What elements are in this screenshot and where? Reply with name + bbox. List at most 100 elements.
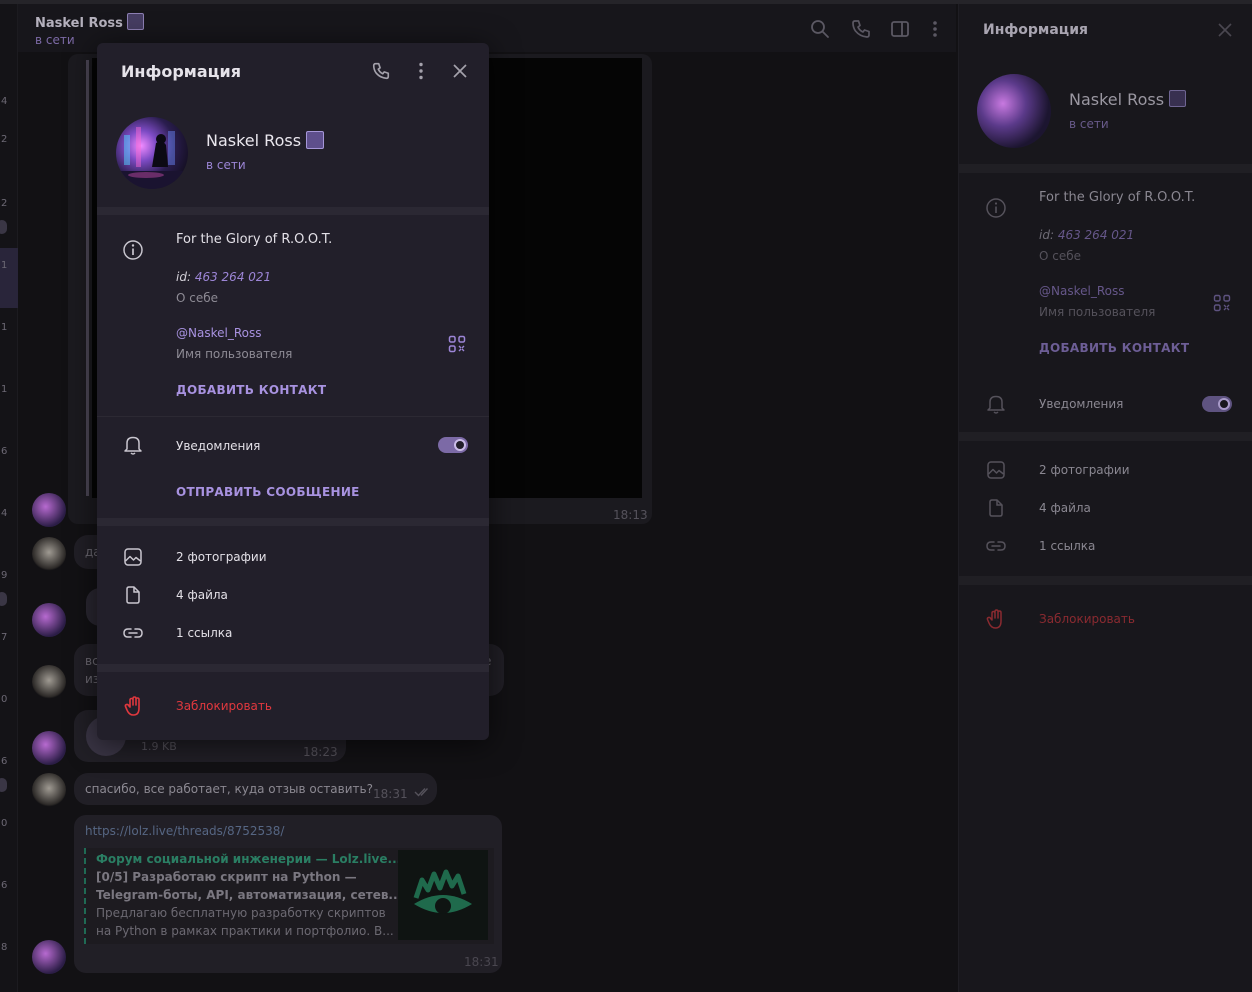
block-user-button[interactable]: Заблокировать: [1039, 612, 1135, 626]
link-message[interactable]: https://lolz.live/threads/8752538/ Форум…: [74, 815, 502, 973]
selected-chat-highlight: [0, 248, 18, 308]
unread-count: 1: [1, 260, 8, 271]
links-link[interactable]: 1 ссылка: [176, 626, 232, 640]
emoji-badge-icon: [127, 13, 145, 30]
double-check-icon: [414, 787, 432, 797]
section-divider: [959, 432, 1252, 441]
unread-count: 4: [1, 508, 8, 519]
unread-count: 0: [1, 818, 8, 829]
message-time: 18:23: [303, 745, 338, 759]
bio-text: For the Glory of R.O.O.T.: [1039, 190, 1196, 205]
preview-description: Предлагаю бесплатную разработку скриптов: [96, 906, 386, 920]
qr-code-icon[interactable]: [1213, 294, 1231, 312]
section-divider: [97, 664, 489, 672]
close-icon[interactable]: [452, 63, 468, 79]
unread-badge: [0, 220, 7, 234]
username-label: Имя пользователя: [176, 347, 293, 361]
user-info-panel[interactable]: Информация Naskel Ross в сети For the Gl…: [958, 4, 1252, 992]
profile-avatar[interactable]: [977, 74, 1051, 148]
section-divider: [97, 518, 489, 526]
block-user-button[interactable]: Заблокировать: [176, 699, 272, 713]
search-icon[interactable]: [809, 18, 831, 40]
bio-label: О себе: [176, 291, 219, 305]
notifications-toggle[interactable]: [1202, 396, 1232, 412]
add-contact-button[interactable]: ДОБАВИТЬ КОНТАКТ: [1039, 341, 1189, 355]
bell-icon: [123, 434, 143, 456]
files-link[interactable]: 4 файла: [176, 588, 228, 602]
message-time: 18:31: [464, 955, 499, 969]
profile-status: в сети: [1069, 117, 1109, 131]
photo-icon: [986, 460, 1006, 480]
unread-count: 1: [1, 322, 8, 333]
unread-count: 1: [1, 384, 8, 395]
avatar[interactable]: [32, 493, 66, 527]
username-label: Имя пользователя: [1039, 305, 1156, 319]
avatar[interactable]: [32, 731, 66, 765]
photos-link[interactable]: 2 фотографии: [1039, 463, 1130, 477]
notifications-label: Уведомления: [176, 439, 261, 453]
sidebar-toggle-icon[interactable]: [889, 18, 911, 40]
user-id: id: 463 264 021: [1039, 228, 1135, 242]
message-bubble[interactable]: спасибо, все работает, куда отзыв остави…: [74, 773, 437, 805]
chat-list-edge[interactable]: 4 2 2 1 1 1 6 4 9 7 0 6 0 6 8: [0, 4, 18, 992]
file-size: 1.9 KB: [141, 740, 177, 753]
file-icon: [986, 498, 1006, 518]
info-icon: [122, 239, 144, 261]
file-icon: [123, 585, 143, 605]
section-divider: [959, 576, 1252, 585]
avatar[interactable]: [32, 603, 66, 637]
files-link[interactable]: 4 файла: [1039, 501, 1091, 515]
message-text: спасибо, все работает, куда отзыв остави…: [85, 782, 373, 796]
profile-status: в сети: [206, 158, 246, 172]
unread-count: 2: [1, 134, 8, 145]
unread-badge: [0, 778, 7, 792]
message-link[interactable]: https://lolz.live/threads/8752538/: [85, 824, 284, 838]
reply-quote-line: [86, 60, 89, 496]
emoji-badge-icon: [1169, 90, 1187, 107]
preview-eye-logo-icon: [398, 850, 488, 940]
chat-title[interactable]: Naskel Ross: [35, 13, 145, 31]
unread-badge: [0, 592, 7, 606]
unread-count: 7: [1, 632, 8, 643]
hand-stop-icon: [124, 695, 144, 717]
avatar[interactable]: [32, 940, 66, 974]
phone-icon[interactable]: [371, 61, 391, 81]
send-message-button[interactable]: ОТПРАВИТЬ СООБЩЕНИЕ: [176, 485, 360, 499]
bio-text: For the Glory of R.O.O.T.: [176, 232, 333, 247]
unread-count: 6: [1, 756, 8, 767]
more-vertical-icon[interactable]: [411, 61, 431, 81]
notifications-label: Уведомления: [1039, 397, 1124, 411]
unread-count: 6: [1, 880, 8, 891]
profile-avatar[interactable]: [116, 117, 188, 189]
unread-count: 4: [1, 96, 8, 107]
close-icon[interactable]: [1217, 22, 1233, 38]
section-divider: [97, 207, 489, 215]
notifications-toggle[interactable]: [438, 437, 468, 453]
message-time: 18:13: [613, 508, 648, 522]
username-link[interactable]: @Naskel_Ross: [176, 326, 261, 340]
link-icon: [985, 536, 1007, 556]
add-contact-button[interactable]: ДОБАВИТЬ КОНТАКТ: [176, 383, 326, 397]
link-preview[interactable]: Форум социальной инженерии — Lolz.live..…: [84, 848, 494, 944]
user-id: id: 463 264 021: [176, 270, 272, 284]
phone-icon[interactable]: [850, 18, 872, 40]
bell-icon: [986, 393, 1006, 415]
preview-description: на Python в рамках практики и портфолио.…: [96, 924, 394, 938]
photos-link[interactable]: 2 фотографии: [176, 550, 267, 564]
chat-status: в сети: [35, 33, 75, 47]
preview-title: Telegram-боты, API, автоматизация, сетев…: [96, 888, 403, 902]
preview-site-name: Форум социальной инженерии — Lolz.live..…: [96, 852, 402, 866]
links-link[interactable]: 1 ссылка: [1039, 539, 1095, 553]
avatar[interactable]: [32, 537, 66, 571]
avatar[interactable]: [32, 665, 66, 699]
popup-title: Информация: [121, 62, 241, 81]
more-vertical-icon[interactable]: [924, 18, 946, 40]
qr-code-icon[interactable]: [448, 335, 466, 353]
section-divider: [959, 164, 1252, 173]
panel-title: Информация: [983, 22, 1088, 38]
unread-count: 6: [1, 446, 8, 457]
username-link[interactable]: @Naskel_Ross: [1039, 284, 1124, 298]
user-info-popup[interactable]: Информация Naskel Ross в сети For the Gl…: [97, 43, 489, 740]
hand-stop-icon: [986, 608, 1006, 630]
avatar[interactable]: [32, 773, 66, 807]
